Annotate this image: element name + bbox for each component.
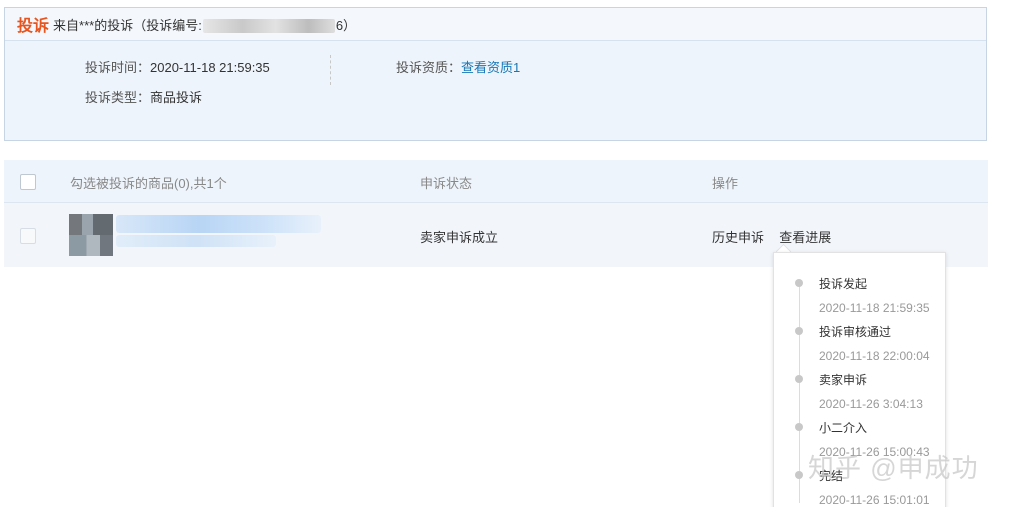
step-title: 投诉发起 xyxy=(819,277,868,291)
timeline-dot xyxy=(795,279,803,287)
timeline-dot xyxy=(795,471,803,479)
step-title: 投诉审核通过 xyxy=(819,325,892,339)
complaint-info: 投诉时间：2020-11-18 21:59:35 投诉资质：查看资质1 投诉类型… xyxy=(5,41,986,141)
complaint-source: 来自***的投诉（投诉编号: 6） xyxy=(53,15,356,34)
redacted-complaint-id xyxy=(202,19,335,34)
header-action: 操作 xyxy=(712,176,739,191)
redacted-product-title[interactable] xyxy=(116,215,321,233)
complaint-header: 投诉 来自***的投诉（投诉编号: 6） xyxy=(5,8,986,41)
step-title: 卖家申诉 xyxy=(819,373,868,387)
step-time: 2020-11-26 15:01:01 xyxy=(819,493,930,507)
complaint-time-value: 2020-11-18 21:59:35 xyxy=(150,60,270,75)
view-qualification-link[interactable]: 查看资质1 xyxy=(461,60,520,75)
complaint-title: 投诉 xyxy=(17,18,50,35)
complaint-time-row: 投诉时间：2020-11-18 21:59:35 xyxy=(85,57,270,76)
zhihu-watermark: 知乎 @申成功 xyxy=(808,453,979,483)
product-thumbnail[interactable] xyxy=(69,214,113,256)
complaint-qualification-row: 投诉资质：查看资质1 xyxy=(396,57,520,76)
step-time: 2020-11-26 3:04:13 xyxy=(819,397,923,411)
step-title: 小二介入 xyxy=(819,421,868,435)
complaint-time-label: 投诉时间： xyxy=(85,60,151,75)
row-checkbox[interactable] xyxy=(20,228,36,244)
complaint-type-value: 商品投诉 xyxy=(150,90,203,105)
complaint-source-prefix: 来自***的投诉（投诉编号: xyxy=(53,17,202,33)
table-header: 勾选被投诉的商品(0),共1个 申诉状态 操作 xyxy=(4,160,988,203)
view-progress-link[interactable]: 查看进展 xyxy=(779,230,831,245)
timeline-step: 投诉发起 2020-11-18 21:59:35 xyxy=(774,275,945,323)
timeline-step: 卖家申诉 2020-11-26 3:04:13 xyxy=(774,371,945,419)
row-actions: 历史申诉 查看进展 xyxy=(712,227,831,246)
goods-table: 勾选被投诉的商品(0),共1个 申诉状态 操作 卖家申诉成立 历史申诉 查看进展 xyxy=(4,160,988,267)
header-goods: 勾选被投诉的商品(0),共1个 xyxy=(70,176,227,191)
complaint-source-suffix: 6） xyxy=(335,17,357,33)
redacted-product-subtitle xyxy=(116,235,276,247)
history-appeal-link[interactable]: 历史申诉 xyxy=(712,230,764,245)
timeline-dot xyxy=(795,423,803,431)
timeline-step: 投诉审核通过 2020-11-18 22:00:04 xyxy=(774,323,945,371)
step-time: 2020-11-18 21:59:35 xyxy=(819,301,930,315)
complaint-qualification-label: 投诉资质： xyxy=(396,60,462,75)
complaint-type-label: 投诉类型： xyxy=(85,90,151,105)
row-status: 卖家申诉成立 xyxy=(420,230,499,245)
header-status: 申诉状态 xyxy=(420,176,473,191)
select-all-checkbox[interactable] xyxy=(20,174,36,190)
info-divider xyxy=(330,55,331,85)
step-time: 2020-11-18 22:00:04 xyxy=(819,349,930,363)
complaint-type-row: 投诉类型：商品投诉 xyxy=(85,87,202,106)
timeline-dot xyxy=(795,375,803,383)
complaint-panel: 投诉 来自***的投诉（投诉编号: 6） 投诉时间：2020-11-18 21:5… xyxy=(4,7,987,141)
timeline-dot xyxy=(795,327,803,335)
